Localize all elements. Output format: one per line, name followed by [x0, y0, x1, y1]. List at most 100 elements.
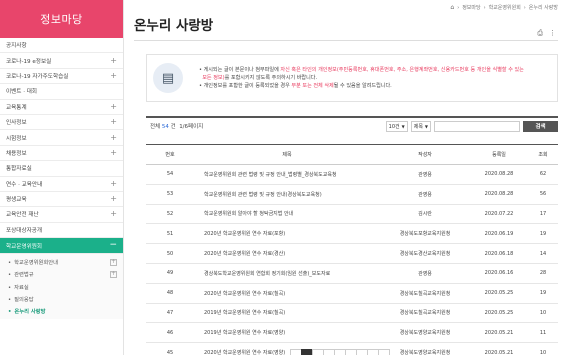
sidebar-item-label: 교육통계: [6, 104, 27, 111]
last-page-button[interactable]: [378, 349, 390, 355]
sidebar-item-label: 학교운영위원회: [6, 243, 43, 250]
bullet-icon: •: [8, 272, 12, 279]
post-title-link[interactable]: 학교운영위원회 알아야 할 청탁금지법 안내: [194, 204, 380, 225]
sidebar-item-label: 시험정보: [6, 135, 27, 142]
post-title-link[interactable]: 학교운영위원회 관련 법령 및 규정 안내_법령별_경상북도교육청: [194, 164, 380, 185]
column-header: 조회: [528, 144, 558, 165]
post-title-link[interactable]: 2020년 학교운영위원 연수 자료(포항): [194, 223, 380, 245]
cell-views: 19: [528, 223, 558, 245]
cell-writer: 경상북도칠곡교육지원청: [380, 303, 470, 324]
cell-views: 10: [528, 342, 558, 355]
cell-no: 45: [146, 342, 194, 355]
sidebar-item-label: 평생교육: [6, 197, 27, 204]
post-title-link[interactable]: 경상북도학교운영위원회 연합회 정기회(임원 선출)_보도자료: [194, 263, 380, 284]
field-select[interactable]: 제목 ▼: [410, 120, 431, 132]
sidebar-item-notice[interactable]: 공지사항: [0, 38, 123, 54]
print-icon[interactable]: ⎙: [537, 29, 543, 38]
search-button[interactable]: 검색: [523, 120, 558, 132]
cell-views: 11: [528, 322, 558, 344]
subitem-label: 자료실: [14, 284, 29, 291]
cell-writer: 경상북도영양교육지원청: [380, 342, 470, 355]
cell-views: 17: [528, 204, 558, 225]
sidebar-item-covid-study[interactable]: 코로나-19 자가주도학습실 +: [0, 69, 123, 85]
title-divider: [134, 40, 558, 41]
sidebar-item-archive[interactable]: 통합자료실: [0, 161, 123, 177]
table-header-row: 번호 제목 작성자 등록일 조회: [146, 144, 558, 165]
cell-writer: 김시란: [380, 204, 470, 225]
breadcrumb-item-current: 온누리 사랑방: [528, 5, 558, 11]
sidebar-item-training[interactable]: 연수 · 교육안내 +: [0, 177, 123, 192]
sidebar-item-label: 코로나-19 e정보실: [6, 58, 52, 65]
page-title: 온누리 사랑방: [134, 18, 214, 34]
cell-writer: 경상북도영양교육지원청: [380, 322, 470, 344]
subitem-label: 온누리 사랑방: [14, 308, 46, 315]
bullet-icon: •: [8, 284, 12, 291]
expand-icon: +: [110, 117, 117, 127]
cell-date: 2020.06.18: [470, 243, 528, 264]
subitem-committee-guide[interactable]: • 학교운영위원회안내 +: [0, 256, 123, 268]
column-header: 작성자: [380, 144, 470, 165]
bullet-icon: •: [8, 296, 12, 303]
cell-views: 14: [528, 243, 558, 264]
subitem-label: 관련법규: [14, 272, 34, 279]
cell-date: 2020.07.22: [470, 204, 528, 225]
utility-icons: ⎙ ⋮: [537, 29, 556, 38]
cell-writer: 경상북도경산교육지원청: [380, 243, 470, 264]
sidebar-item-safety[interactable]: 교육안전 재난 +: [0, 207, 123, 223]
subitem-resources[interactable]: • 자료실: [0, 280, 123, 292]
table-row: 47 2019년 학교운영위원 연수 자료(칠곡) 경상북도칠곡교육지원청 2020.…: [146, 303, 558, 324]
sidebar-item-covid-info[interactable]: 코로나-19 e정보실 +: [0, 53, 123, 69]
post-title-link[interactable]: 학교운영위원회 관련 법령 및 규정 안내(경상북도교육청): [194, 184, 380, 205]
sidebar-item-label: 채용정보: [6, 150, 27, 157]
breadcrumb-item[interactable]: 학교운영위원회: [489, 4, 521, 11]
cell-views: 28: [528, 263, 558, 284]
cell-no: 46: [146, 322, 194, 344]
expand-icon: +: [110, 147, 117, 157]
cell-writer: 경상북도칠곡교육지원청: [380, 283, 470, 304]
bullet-icon: •: [8, 260, 12, 267]
sidebar-item-statistics[interactable]: 교육통계 +: [0, 100, 123, 115]
sidebar-menu: 공지사항 코로나-19 e정보실 + 코로나-19 자가주도학습실 + 이벤트 · …: [0, 38, 123, 255]
share-icon[interactable]: ⋮: [549, 29, 556, 38]
sidebar-item-personnel[interactable]: 인사정보 +: [0, 115, 123, 131]
post-title-link[interactable]: 2020년 학교운영위원 연수 자료(칠곡): [194, 283, 380, 304]
sidebar-item-label: 교육안전 재난: [6, 212, 39, 219]
table-row: 51 2020년 학교운영위원 연수 자료(포항) 경상북도포항교육지원청 2020.…: [146, 223, 558, 245]
cell-writer: 경상북도포항교육지원청: [380, 223, 470, 245]
cell-no: 53: [146, 184, 194, 205]
subitem-qna[interactable]: • 질의응답: [0, 293, 123, 305]
sidebar-item-label: 포상대상자공개: [6, 227, 43, 234]
bullet-icon: •: [8, 308, 12, 315]
search-input[interactable]: [434, 120, 520, 132]
expand-icon: +: [110, 178, 117, 188]
document-icon: ▤: [153, 63, 183, 93]
post-title-link[interactable]: 2019년 학교운영위원 연수 자료(칠곡): [194, 303, 380, 324]
post-title-link[interactable]: 2019년 학교운영위원 연수 자료(영양): [194, 322, 380, 344]
sidebar-item-label: 연수 · 교육안내: [6, 181, 43, 188]
sidebar-item-recruit[interactable]: 채용정보 +: [0, 146, 123, 162]
sidebar-item-events[interactable]: 이벤트 · 대회: [0, 84, 123, 100]
sidebar-item-awards[interactable]: 포상대상자공개: [0, 223, 123, 239]
sidebar-item-exam[interactable]: 시험정보 +: [0, 130, 123, 146]
sidebar-item-school-committee[interactable]: 학교운영위원회 −: [0, 238, 123, 255]
subitem-onnuri-room[interactable]: • 온누리 사랑방: [0, 305, 123, 317]
breadcrumb-item[interactable]: 정보마당: [462, 4, 480, 11]
pagination: [290, 349, 390, 355]
sidebar-item-lifelong[interactable]: 평생교육 +: [0, 192, 123, 208]
expand-icon: +: [110, 70, 117, 80]
column-header: 번호: [146, 144, 194, 165]
cell-no: 54: [146, 164, 194, 185]
subitem-label: 질의응답: [14, 296, 34, 303]
sidebar-item-label: 공지사항: [6, 43, 27, 50]
home-icon[interactable]: ⌂: [450, 4, 454, 11]
subitem-regulations[interactable]: • 관련법규 +: [0, 268, 123, 280]
expand-box-icon: +: [110, 270, 117, 278]
chevron-down-icon: ▼: [401, 123, 405, 129]
column-header: 등록일: [470, 144, 528, 165]
board-table: 번호 제목 작성자 등록일 조회 54 학교운영위원회 관련 법령 및 규정 안내…: [146, 144, 558, 355]
notice-text: • 게시되는 글이 본문이나 첨부파일에 자신 혹은 타인의 개인정보(주민등록…: [199, 66, 524, 90]
table-row: 50 2020년 학교운영위원 연수 자료(경산) 경상북도경산교육지원청 2020.…: [146, 243, 558, 264]
post-title-link[interactable]: 2020년 학교운영위원 연수 자료(경산): [194, 243, 380, 264]
count-select[interactable]: 10건 ▼: [385, 120, 408, 132]
expand-box-icon: +: [110, 258, 117, 266]
